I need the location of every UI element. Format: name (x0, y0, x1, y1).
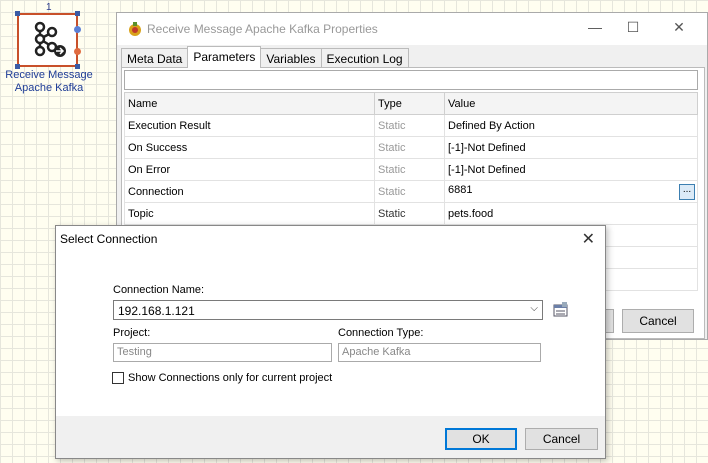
connection-name-select[interactable]: 192.168.1.121 ⌵ (113, 300, 543, 320)
tab-meta-data[interactable]: Meta Data (121, 48, 189, 68)
kafka-icon (34, 21, 66, 57)
column-header-name[interactable]: Name (124, 92, 375, 115)
browse-connection-button[interactable]: ... (679, 183, 695, 200)
row-value: [-1]-Not Defined (444, 158, 698, 181)
filter-input[interactable] (124, 70, 698, 90)
connection-type-field: Apache Kafka (338, 343, 541, 362)
row-type: Static (374, 180, 445, 203)
tab-execution-log[interactable]: Execution Log (320, 48, 409, 68)
minimize-button[interactable]: — (585, 19, 605, 35)
row-type: Static (374, 202, 445, 225)
row-name: On Error (124, 158, 375, 181)
properties-title-bar[interactable]: Receive Message Apache Kafka Properties … (117, 13, 707, 45)
dialog-title-bar[interactable]: Select Connection ✕ (56, 226, 605, 253)
chevron-down-icon[interactable]: ⌵ (530, 303, 538, 314)
dialog-footer: OK Cancel (56, 416, 605, 460)
close-icon[interactable]: ✕ (582, 229, 595, 249)
project-label: Project: (113, 327, 151, 339)
node-number: 1 (46, 2, 52, 13)
ok-button[interactable]: OK (445, 428, 517, 450)
success-port[interactable] (74, 26, 81, 33)
row-name: On Success (124, 136, 375, 159)
row-name: Execution Result (124, 114, 375, 137)
column-header-type[interactable]: Type (374, 92, 445, 115)
app-icon (129, 22, 141, 36)
table-row[interactable]: On Error Static [-1]-Not Defined (124, 158, 698, 181)
resize-handle[interactable] (15, 11, 20, 16)
row-name: Connection (124, 180, 375, 203)
connection-type-label: Connection Type: (338, 327, 424, 339)
tab-parameters[interactable]: Parameters (187, 46, 262, 68)
row-type: Static (374, 158, 445, 181)
project-field: Testing (113, 343, 332, 362)
grid-header-row: Name Type Value (124, 92, 698, 115)
row-value: 6881 (448, 183, 473, 196)
table-row[interactable]: On Success Static [-1]-Not Defined (124, 136, 698, 159)
close-button[interactable]: ✕ (669, 19, 689, 36)
row-value: Defined By Action (444, 114, 698, 137)
row-value: [-1]-Not Defined (444, 136, 698, 159)
connection-name-label: Connection Name: (113, 284, 205, 296)
resize-handle[interactable] (75, 11, 80, 16)
table-row[interactable]: Connection Static 6881 ... (124, 180, 698, 203)
maximize-button[interactable]: ☐ (623, 19, 643, 36)
node-label-line: Apache Kafka (14, 82, 84, 94)
current-project-checkbox[interactable] (112, 372, 124, 384)
checkbox-label[interactable]: Show Connections only for current projec… (128, 372, 332, 384)
row-value-cell: 6881 ... (444, 180, 698, 203)
properties-cancel-button[interactable]: Cancel (622, 309, 694, 333)
table-row[interactable]: Topic Static pets.food (124, 202, 698, 225)
node-label-line: Receive Message (5, 69, 93, 81)
dialog-body: Connection Name: 192.168.1.121 ⌵ Project… (56, 253, 605, 416)
row-type: Static (374, 136, 445, 159)
node-label: Receive Message Apache Kafka (2, 69, 96, 95)
column-header-value[interactable]: Value (444, 92, 698, 115)
row-name: Topic (124, 202, 375, 225)
connection-name-value: 192.168.1.121 (118, 304, 195, 318)
table-row[interactable]: Execution Result Static Defined By Actio… (124, 114, 698, 137)
connection-properties-icon[interactable] (553, 302, 569, 318)
ok-button-partial[interactable] (606, 309, 614, 333)
tab-strip: Meta Data Parameters Variables Execution… (121, 46, 409, 68)
kafka-action-node[interactable] (15, 11, 81, 69)
select-connection-dialog: Select Connection ✕ Connection Name: 192… (55, 225, 606, 459)
dialog-title: Select Connection (60, 232, 158, 246)
row-value: pets.food (444, 202, 698, 225)
cancel-button[interactable]: Cancel (525, 428, 598, 450)
properties-title: Receive Message Apache Kafka Properties (147, 22, 378, 36)
row-type: Static (374, 114, 445, 137)
tab-variables[interactable]: Variables (260, 48, 322, 68)
error-port[interactable] (74, 48, 81, 55)
